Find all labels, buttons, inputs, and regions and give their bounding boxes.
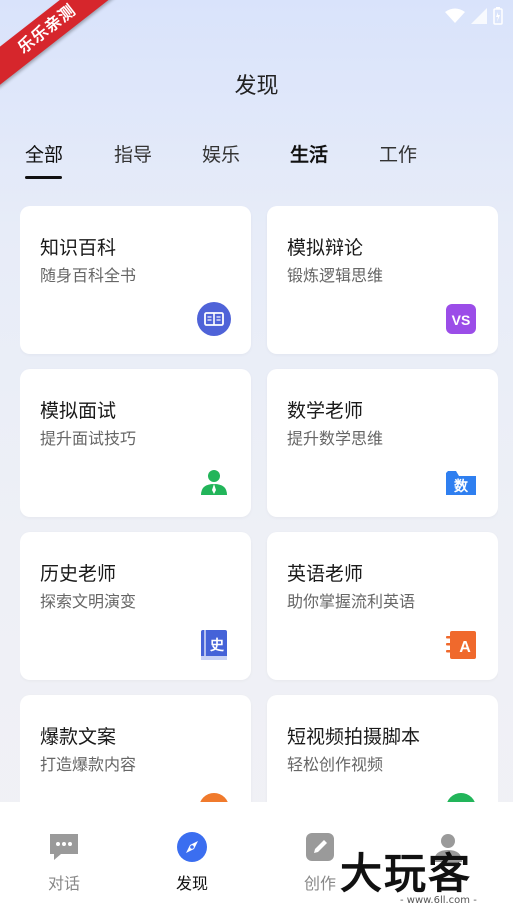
- watermark-logo: 大玩客: [340, 849, 473, 898]
- card-subtitle: 打造爆款内容: [40, 755, 137, 774]
- math-folder-icon: 数: [444, 465, 478, 499]
- card-subtitle: 随身百科全书: [40, 266, 137, 285]
- card-title: 模拟面试: [40, 400, 117, 422]
- battery-icon: [493, 7, 503, 29]
- history-icon-text: 史: [210, 638, 225, 654]
- card-subtitle: 提升数学思维: [287, 429, 384, 448]
- person-icon: [197, 465, 231, 499]
- green-icon: [444, 791, 478, 802]
- card-knowledge[interactable]: 知识百科 随身百科全书: [20, 206, 251, 354]
- card-copywriting[interactable]: 爆款文案 打造爆款内容: [20, 695, 251, 802]
- nav-discover-label: 发现: [175, 874, 208, 893]
- tab-entertainment[interactable]: 娱乐: [202, 140, 240, 167]
- orange-icon: [197, 791, 231, 802]
- card-title: 知识百科: [40, 237, 117, 259]
- card-history[interactable]: 历史老师 探索文明演变 史: [20, 532, 251, 680]
- card-subtitle: 助你掌握流利英语: [287, 592, 416, 611]
- watermark-url: - www.6ll.com -: [400, 895, 477, 906]
- card-title: 模拟辩论: [287, 237, 364, 259]
- edit-icon: [303, 830, 337, 864]
- tab-work[interactable]: 工作: [379, 140, 417, 167]
- math-icon-text: 数: [454, 478, 469, 495]
- history-book-icon: 史: [197, 628, 231, 662]
- card-subtitle: 锻炼逻辑思维: [287, 266, 384, 285]
- signal-icon: [471, 8, 487, 28]
- card-english[interactable]: 英语老师 助你掌握流利英语 A: [267, 532, 498, 680]
- card-title: 短视频拍摄脚本: [287, 726, 421, 748]
- card-interview[interactable]: 模拟面试 提升面试技巧: [20, 369, 251, 517]
- page-title: 发现: [234, 74, 279, 99]
- vs-icon: VS: [444, 302, 478, 336]
- card-video-script[interactable]: 短视频拍摄脚本 轻松创作视频: [267, 695, 498, 802]
- card-math[interactable]: 数学老师 提升数学思维 数: [267, 369, 498, 517]
- book-icon: [197, 302, 231, 336]
- card-title: 英语老师: [287, 563, 364, 585]
- compass-icon: [175, 830, 209, 864]
- chat-bubble-icon: [47, 830, 81, 864]
- nav-chat-label: 对话: [47, 874, 80, 893]
- tab-life[interactable]: 生活: [290, 140, 328, 167]
- card-debate[interactable]: 模拟辩论 锻炼逻辑思维 VS: [267, 206, 498, 354]
- vs-icon-text: VS: [452, 312, 471, 328]
- card-subtitle: 轻松创作视频: [287, 755, 384, 774]
- nav-discover[interactable]: 发现: [152, 830, 232, 894]
- category-tabs: 全部 指导 娱乐 生活 工作: [0, 140, 513, 180]
- card-title: 数学老师: [287, 400, 364, 422]
- wifi-icon: [445, 8, 465, 28]
- english-icon-text: A: [459, 639, 471, 656]
- card-subtitle: 提升面试技巧: [40, 429, 137, 448]
- english-book-icon: A: [444, 628, 478, 662]
- card-title: 历史老师: [40, 563, 117, 585]
- card-subtitle: 探索文明演变: [40, 592, 137, 611]
- nav-chat[interactable]: 对话: [24, 830, 104, 894]
- assistant-grid: 知识百科 随身百科全书 模拟辩论 锻炼逻辑思维 VS 模拟面试 提升面试技巧 数…: [20, 206, 498, 802]
- active-tab-indicator: [25, 176, 62, 179]
- tab-all[interactable]: 全部: [25, 140, 63, 167]
- tab-guidance[interactable]: 指导: [114, 140, 152, 167]
- card-title: 爆款文案: [40, 726, 117, 748]
